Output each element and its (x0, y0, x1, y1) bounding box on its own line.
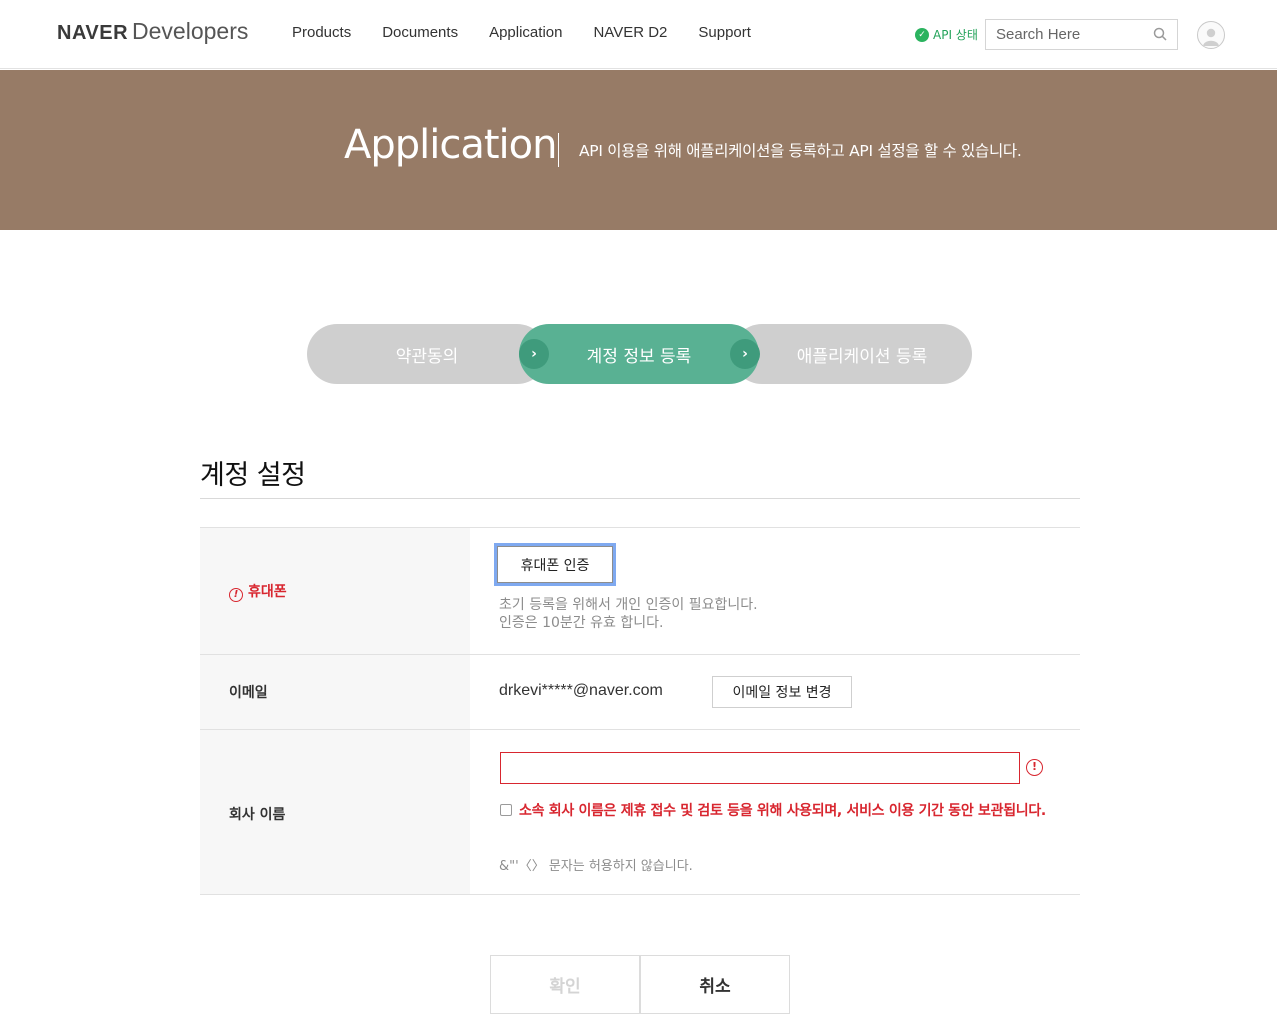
search-icon[interactable] (1153, 27, 1167, 41)
company-label: 회사 이름 (229, 807, 286, 823)
step-app-registration: 애플리케이션 등록 (732, 324, 972, 384)
chevron-right-icon: › (730, 339, 760, 369)
phone-label: ! 휴대폰 (229, 581, 287, 602)
phone-hint-line1: 초기 등록을 위해서 개인 인증이 필요합니다. (499, 597, 758, 613)
banner-divider (558, 133, 559, 167)
form-row-email: 이메일 drkevi*****@naver.com 이메일 정보 변경 (200, 655, 1080, 730)
section-divider (200, 498, 1080, 499)
account-form: ! 휴대폰 휴대폰 인증 초기 등록을 위해서 개인 인증이 필요합니다. 인증은… (200, 527, 1080, 895)
nav-products[interactable]: Products (292, 24, 351, 41)
email-label: 이메일 (229, 685, 268, 701)
user-avatar-button[interactable] (1197, 21, 1225, 49)
nav-application[interactable]: Application (489, 24, 562, 41)
api-status-label: API 상태 (933, 28, 978, 42)
company-agree-checkbox[interactable] (500, 804, 512, 816)
main-nav: Products Documents Application NAVER D2 … (292, 24, 782, 41)
check-circle-icon: ✓ (915, 27, 929, 42)
top-header: NAVER Developers Products Documents Appli… (0, 0, 1277, 69)
page-title: Application (344, 122, 557, 168)
cancel-button[interactable]: 취소 (640, 955, 790, 1014)
phone-verify-button[interactable]: 휴대폰 인증 (497, 546, 613, 583)
api-status-link[interactable]: ✓ API 상태 (915, 26, 978, 43)
step-label: 약관동의 (395, 346, 459, 367)
row-label-cell: 이메일 (200, 655, 470, 729)
step-label: 계정 정보 등록 (586, 346, 692, 367)
form-row-phone: ! 휴대폰 휴대폰 인증 초기 등록을 위해서 개인 인증이 필요합니다. 인증은… (200, 528, 1080, 655)
row-label-cell: ! 휴대폰 (200, 528, 470, 654)
company-agree-text: 소속 회사 이름은 제휴 접수 및 검토 등을 위해 사용되며, 서비스 이용 … (519, 803, 1046, 819)
nav-naver-d2[interactable]: NAVER D2 (593, 24, 667, 41)
section-title: 계정 설정 (200, 460, 306, 491)
search-box (985, 19, 1178, 50)
step-account-info: 계정 정보 등록 (519, 324, 759, 384)
search-input[interactable] (986, 20, 1146, 49)
nav-documents[interactable]: Documents (382, 24, 458, 41)
alert-circle-icon: ! (1026, 759, 1043, 776)
user-icon (1203, 28, 1219, 46)
page-banner: Application API 이용을 위해 애플리케이션을 등록하고 API … (0, 70, 1277, 230)
registration-steps: 약관동의 애플리케이션 등록 계정 정보 등록 › › (307, 324, 972, 384)
company-name-input[interactable] (500, 752, 1020, 784)
email-value: drkevi*****@naver.com (499, 682, 663, 699)
phone-hint: 초기 등록을 위해서 개인 인증이 필요합니다. 인증은 10분간 유효 합니다… (499, 596, 758, 632)
phone-hint-line2: 인증은 10분간 유효 합니다. (499, 615, 664, 631)
confirm-button[interactable]: 확인 (490, 955, 640, 1014)
step-label: 애플리케이션 등록 (796, 346, 928, 367)
alert-circle-icon: ! (229, 588, 243, 602)
row-label-cell: 회사 이름 (200, 730, 470, 894)
step-terms-agreement: 약관동의 (307, 324, 547, 384)
logo-brand: NAVER (57, 22, 129, 44)
page-description: API 이용을 위해 애플리케이션을 등록하고 API 설정을 할 수 있습니다… (579, 142, 1022, 160)
chevron-right-icon: › (519, 339, 549, 369)
company-hint: &"'〈〉 문자는 허용하지 않습니다. (499, 859, 693, 874)
nav-support[interactable]: Support (698, 24, 751, 41)
change-email-button[interactable]: 이메일 정보 변경 (712, 676, 852, 708)
logo-product: Developers (132, 18, 249, 44)
naver-developers-logo[interactable]: NAVER Developers (57, 18, 248, 45)
form-row-company: 회사 이름 ! 소속 회사 이름은 제휴 접수 및 검토 등을 위해 사용되며,… (200, 730, 1080, 895)
